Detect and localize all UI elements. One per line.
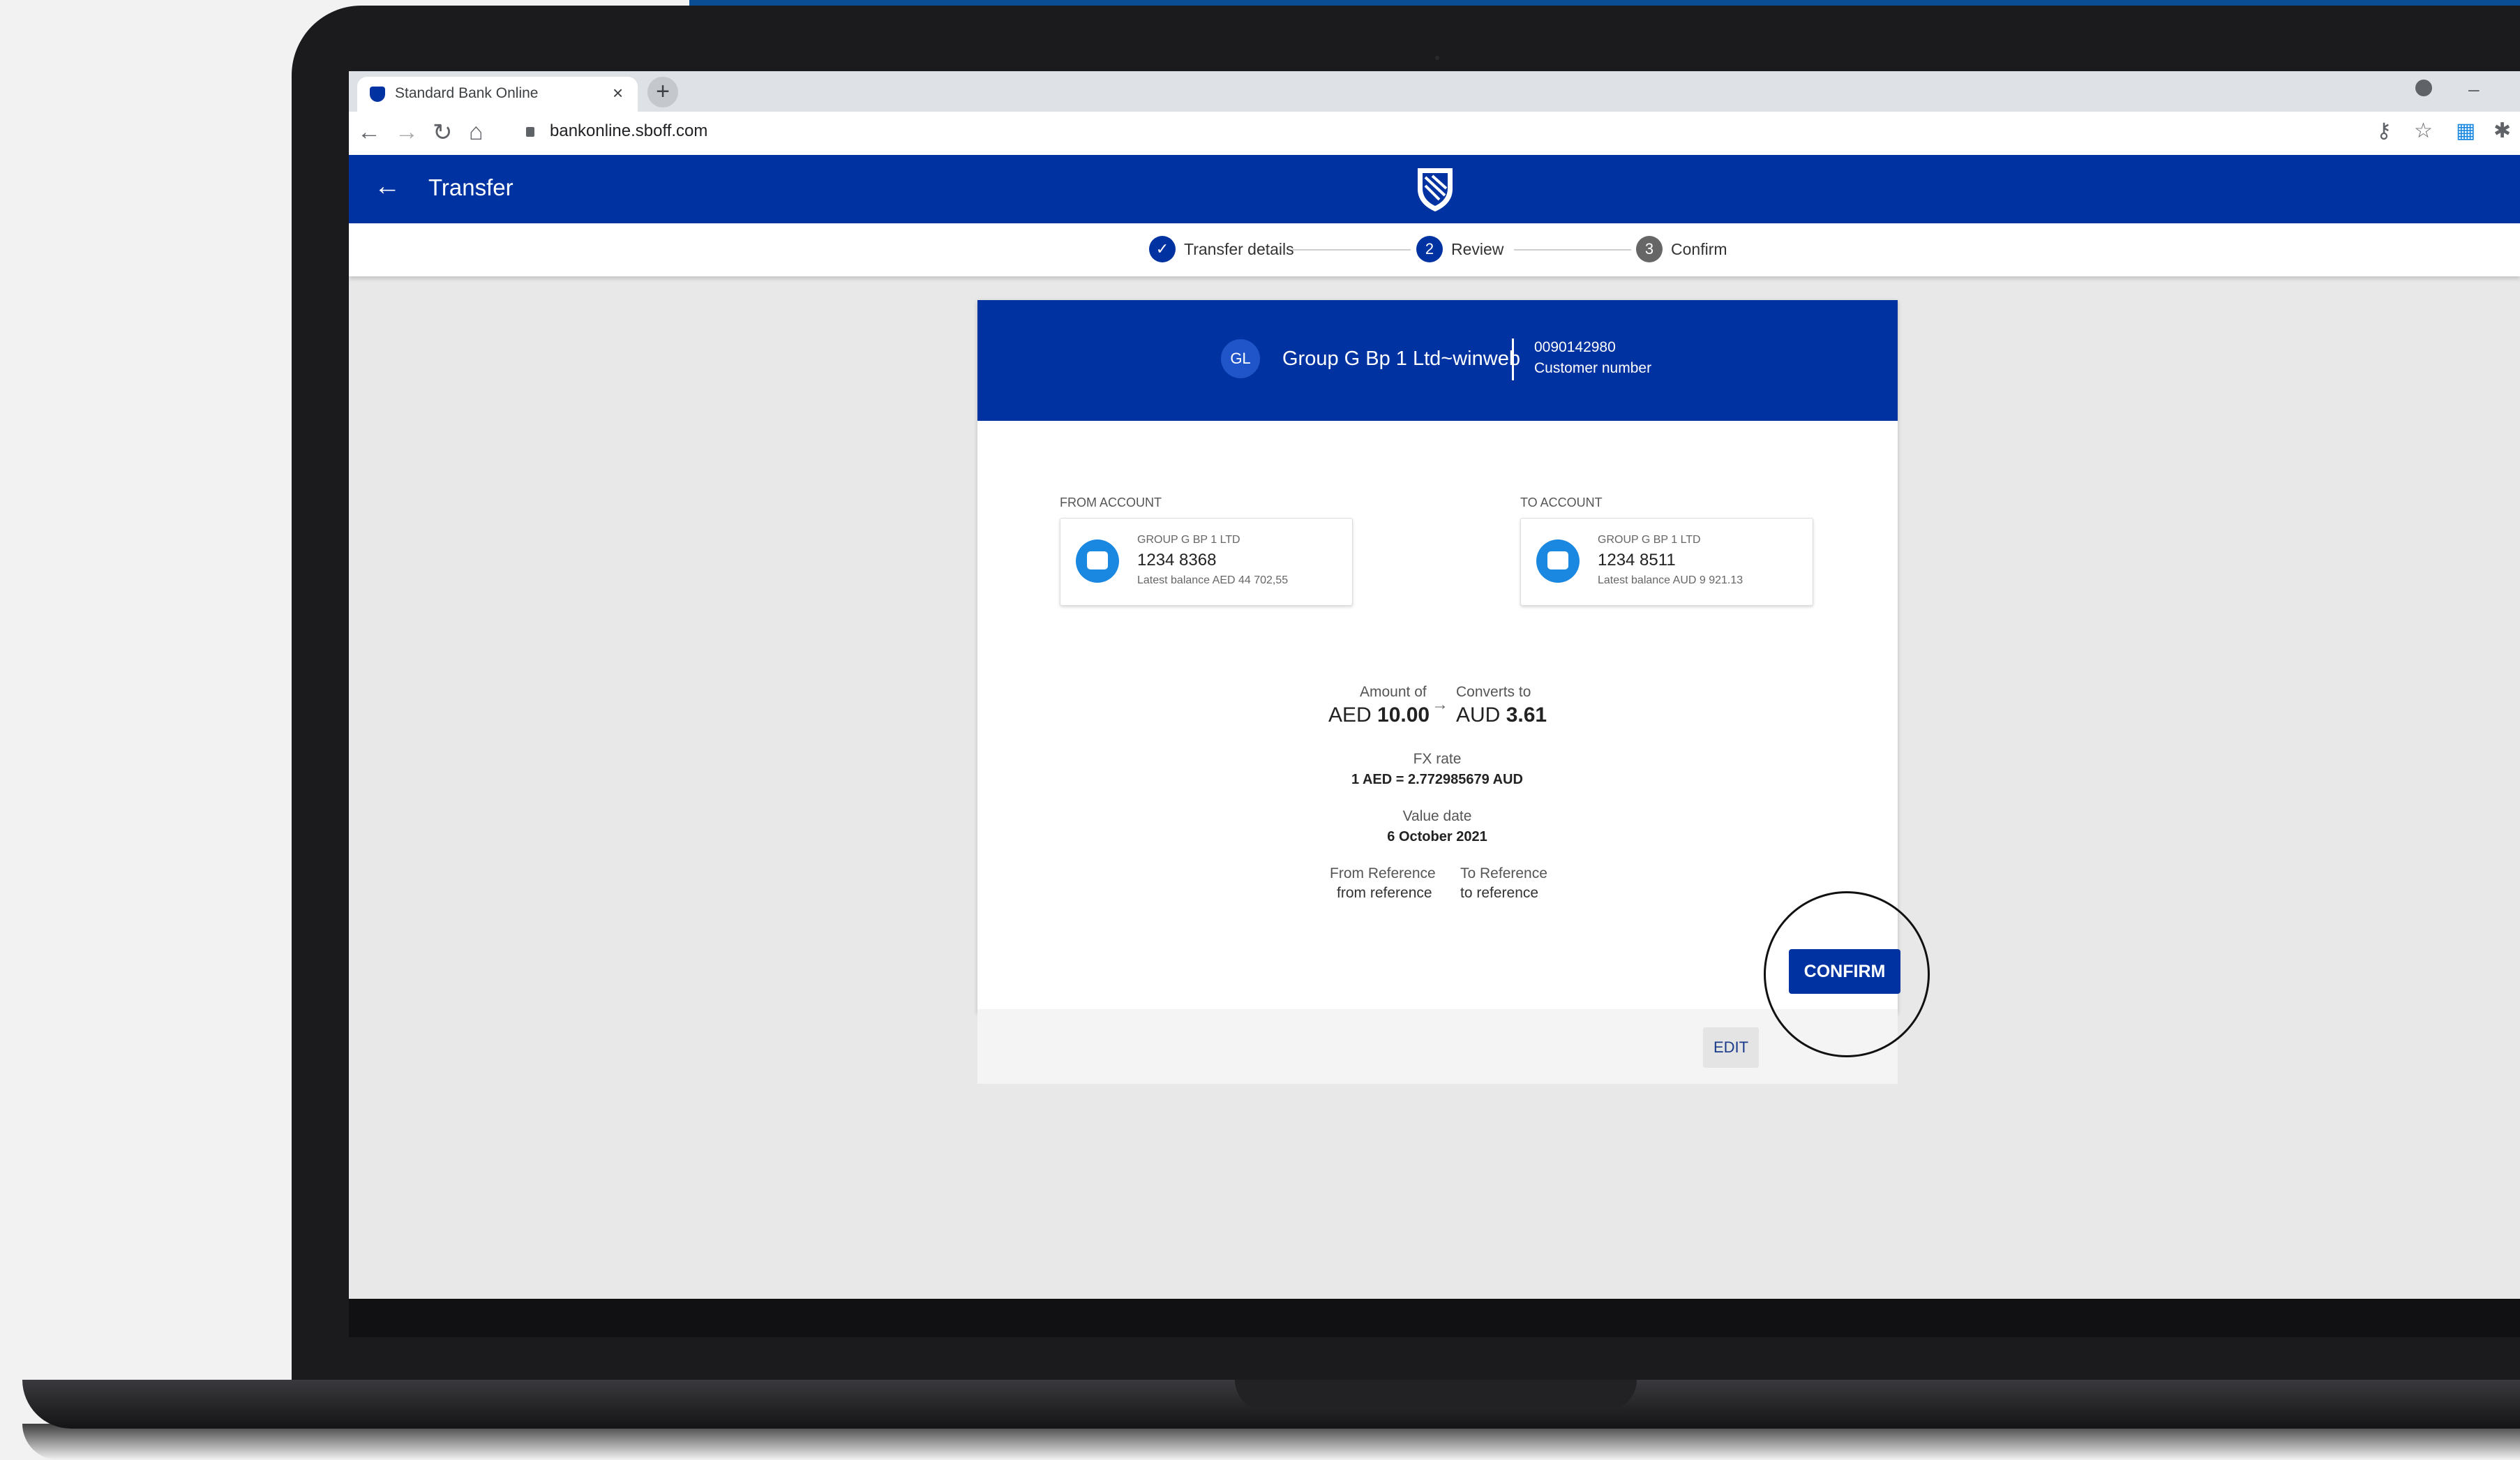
to-reference-value: to reference xyxy=(1460,885,1539,901)
customer-header: GL Group G Bp 1 Ltd~winweb 0090142980 Cu… xyxy=(977,300,1898,421)
step-connector xyxy=(1292,249,1411,251)
card-footer: EDIT xyxy=(977,1009,1898,1084)
arrow-right-icon: → xyxy=(1432,695,1448,714)
from-account-owner: GROUP G BP 1 LTD xyxy=(1137,534,1240,546)
forward-icon[interactable]: → xyxy=(395,119,419,146)
back-icon[interactable]: ← xyxy=(357,119,381,146)
new-tab-button[interactable]: + xyxy=(647,77,678,107)
wallet-icon xyxy=(1076,539,1119,583)
to-account-card: GROUP G BP 1 LTD 1234 8511 Latest balanc… xyxy=(1520,518,1813,606)
bookmark-star-icon[interactable]: ☆ xyxy=(2414,119,2433,143)
step-connector xyxy=(1514,249,1631,251)
minimize-icon[interactable]: – xyxy=(2468,78,2480,100)
value-date-label: Value date xyxy=(1402,808,1472,824)
laptop-notch xyxy=(1235,1380,1637,1411)
step-number-review: 2 xyxy=(1416,236,1443,262)
page-title: Transfer xyxy=(428,174,513,200)
to-reference-label: To Reference xyxy=(1460,865,1547,881)
from-account-balance: Latest balance AED 44 702,55 xyxy=(1137,574,1289,586)
from-reference-label: From Reference xyxy=(1330,865,1436,881)
to-account-label: TO ACCOUNT xyxy=(1520,496,1603,509)
edit-button[interactable]: EDIT xyxy=(1703,1027,1759,1068)
windows-extension-icon[interactable]: ▦ xyxy=(2456,119,2475,143)
progress-stepper: ✓ Transfer details 2 Review 3 Confirm xyxy=(349,223,2520,276)
highlight-ring xyxy=(1764,891,1930,1057)
browser-address-bar: ← → ↻ ⌂ bankonline.sboff.com ⚷ ☆ ▦ ✱ xyxy=(349,112,2520,156)
profile-icon[interactable] xyxy=(2415,80,2432,96)
step-done-check-icon: ✓ xyxy=(1149,236,1176,262)
avatar: GL xyxy=(1221,339,1260,378)
divider xyxy=(1512,338,1514,380)
from-account-label: FROM ACCOUNT xyxy=(1060,496,1162,509)
converts-label: Converts to xyxy=(1456,684,1531,700)
bank-logo-icon xyxy=(1418,168,1453,211)
fx-rate-value: 1 AED = 2.772985679 AUD xyxy=(1351,772,1523,787)
customer-number-label: Customer number xyxy=(1534,360,1652,376)
browser-tab-bar: Standard Bank Online × + – xyxy=(349,71,2520,112)
bank-favicon-icon xyxy=(370,87,385,102)
home-icon[interactable]: ⌂ xyxy=(469,119,483,146)
step-number-confirm: 3 xyxy=(1636,236,1663,262)
converts-value: AUD 3.61 xyxy=(1456,703,1547,727)
step-label-review: Review xyxy=(1451,240,1504,258)
laptop-shadow xyxy=(22,1424,2520,1460)
app-header: ← Transfer xyxy=(349,155,2520,223)
wallet-icon xyxy=(1536,539,1580,583)
step-label-confirm: Confirm xyxy=(1671,240,1727,258)
screen: Standard Bank Online × + – ← → ↻ ⌂ banko… xyxy=(349,71,2520,1299)
browser-tab[interactable]: Standard Bank Online × xyxy=(357,77,638,112)
to-account-number: 1234 8511 xyxy=(1598,551,1676,569)
review-card: GL Group G Bp 1 Ltd~winweb 0090142980 Cu… xyxy=(977,300,1898,1084)
step-label-transfer-details: Transfer details xyxy=(1184,240,1294,258)
key-icon[interactable]: ⚷ xyxy=(2376,119,2392,143)
screen-bottom-bezel xyxy=(349,1299,2520,1337)
fx-rate-label: FX rate xyxy=(1413,751,1462,767)
to-account-owner: GROUP G BP 1 LTD xyxy=(1598,534,1701,546)
extensions-icon[interactable]: ✱ xyxy=(2493,119,2511,143)
customer-number: 0090142980 xyxy=(1534,339,1616,355)
from-account-card: GROUP G BP 1 LTD 1234 8368 Latest balanc… xyxy=(1060,518,1353,606)
to-account-balance: Latest balance AUD 9 921.13 xyxy=(1598,574,1743,586)
customer-name: Group G Bp 1 Ltd~winweb xyxy=(1282,348,1520,370)
camera-dot xyxy=(1435,56,1439,60)
reload-icon[interactable]: ↻ xyxy=(433,119,453,147)
from-reference-value: from reference xyxy=(1337,885,1432,901)
tab-close-icon[interactable]: × xyxy=(613,82,623,104)
value-date: 6 October 2021 xyxy=(1387,829,1487,844)
lock-icon xyxy=(526,127,534,137)
url-field[interactable]: bankonline.sboff.com xyxy=(550,121,707,141)
from-account-number: 1234 8368 xyxy=(1137,551,1217,569)
amount-value: AED 10.00 xyxy=(1328,703,1430,727)
amount-label: Amount of xyxy=(1360,684,1427,700)
tab-title: Standard Bank Online xyxy=(395,85,539,101)
back-arrow-icon[interactable]: ← xyxy=(374,172,400,202)
